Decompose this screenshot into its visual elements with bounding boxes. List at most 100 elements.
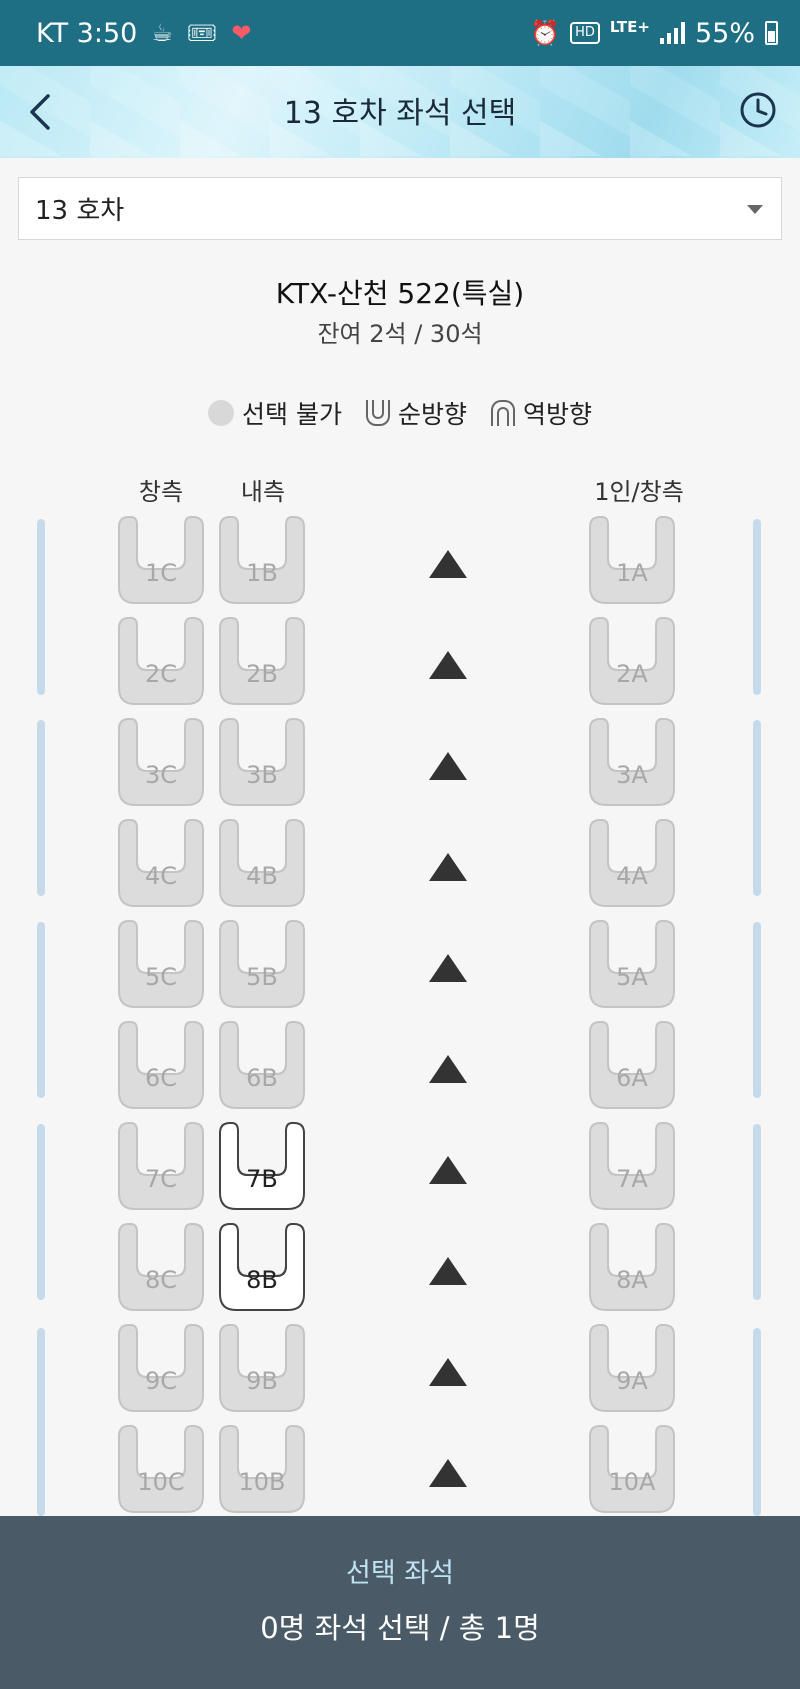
- status-left: KT 3:50 ☕ 🎟 ❤: [36, 18, 251, 49]
- footer-title: 선택 좌석: [346, 1558, 454, 1589]
- status-right: ⏰ HD LTE+ 55%: [530, 18, 778, 49]
- seat-7b[interactable]: 7B: [216, 1121, 308, 1211]
- ticket-icon: 🎟: [186, 19, 218, 47]
- seat-7a: 7A: [586, 1121, 678, 1211]
- seat-row: 5C 5B 5A: [0, 919, 800, 1009]
- seat-1b: 1B: [216, 515, 308, 605]
- seat-10c: 10C: [115, 1424, 207, 1514]
- seat-3a: 3A: [586, 717, 678, 807]
- battery-icon: [765, 21, 778, 45]
- seat-map: 1C 1B 1A 2C 2B 2A 3C 3B 3A 4C 4B 4A 5C 5B 5A 6C 6B 6A 7C 7B…: [0, 515, 800, 1515]
- alarm-icon: ⏰: [530, 19, 561, 47]
- legend-forward-label: 순방향: [397, 400, 467, 429]
- seat-2c: 2C: [115, 616, 207, 706]
- column-label-aisle: 내측: [240, 478, 286, 506]
- seat-7c: 7C: [115, 1121, 207, 1211]
- network-type: LTE+: [609, 18, 650, 36]
- seat-label: 4C: [144, 862, 178, 890]
- seat-row: 9C 9B 9A: [0, 1323, 800, 1413]
- seat-row: 7C 7B 7A: [0, 1121, 800, 1211]
- seat-label: 5A: [616, 963, 648, 991]
- legend-reverse-label: 역방향: [522, 400, 592, 429]
- seat-3c: 3C: [115, 717, 207, 807]
- seat-label: 3C: [144, 761, 178, 789]
- seat-label: 6C: [144, 1064, 178, 1092]
- direction-arrow-up-icon: [429, 651, 467, 679]
- seat-label: 6A: [616, 1064, 648, 1092]
- seat-4c: 4C: [115, 818, 207, 908]
- hd-badge: HD: [570, 22, 600, 44]
- car-select-dropdown[interactable]: 13 호차: [18, 177, 782, 240]
- seat-label: 7A: [616, 1165, 648, 1193]
- battery-percent: 55%: [694, 17, 755, 49]
- seat-label: 3B: [246, 761, 278, 789]
- seat-8a: 8A: [586, 1222, 678, 1312]
- page-title: 13 호차 좌석 선택: [283, 96, 517, 131]
- reverse-seat-icon: [490, 400, 515, 426]
- direction-arrow-up-icon: [429, 1358, 467, 1386]
- app-header: 13 호차 좌석 선택: [0, 66, 800, 158]
- seat-legend: 선택 불가 순방향 역방향: [0, 395, 800, 431]
- seat-label: 2C: [144, 660, 178, 688]
- clock-icon: [740, 92, 776, 128]
- seat-label: 7B: [246, 1165, 278, 1193]
- train-name: KTX-산천 522(특실): [275, 277, 525, 310]
- column-label-window: 창측: [138, 478, 184, 506]
- direction-arrow-up-icon: [429, 853, 467, 881]
- seat-1c: 1C: [115, 515, 207, 605]
- seat-label: 1A: [616, 559, 648, 587]
- seat-label: 1C: [144, 559, 178, 587]
- seat-row: 1C 1B 1A: [0, 515, 800, 605]
- seat-label: 6B: [246, 1064, 278, 1092]
- signal-icon: [659, 22, 685, 44]
- legend-unavailable: 선택 불가: [208, 395, 342, 431]
- caret-down-icon: [747, 205, 763, 214]
- seat-9b: 9B: [216, 1323, 308, 1413]
- seat-label: 9C: [144, 1367, 178, 1395]
- seat-5c: 5C: [115, 919, 207, 1009]
- seat-label: 10B: [238, 1468, 286, 1496]
- seat-label: 5C: [144, 963, 178, 991]
- seat-9c: 9C: [115, 1323, 207, 1413]
- seat-row: 3C 3B 3A: [0, 717, 800, 807]
- legend-forward: 순방향: [365, 395, 467, 431]
- seat-row: 6C 6B 6A: [0, 1020, 800, 1110]
- direction-arrow-up-icon: [429, 1156, 467, 1184]
- coffee-icon: ☕: [151, 19, 173, 47]
- seat-10a: 10A: [586, 1424, 678, 1514]
- unavailable-dot-icon: [208, 400, 234, 426]
- seat-4b: 4B: [216, 818, 308, 908]
- seat-label: 2B: [246, 660, 278, 688]
- seat-1a: 1A: [586, 515, 678, 605]
- car-select-value: 13 호차: [35, 196, 125, 226]
- heart-icon: ❤: [231, 19, 252, 47]
- seat-label: 9B: [246, 1367, 278, 1395]
- remaining-seats: 잔여 2석 / 30석: [317, 320, 483, 348]
- legend-unavailable-label: 선택 불가: [242, 400, 342, 429]
- seat-label: 2A: [616, 660, 648, 688]
- seat-row: 8C 8B 8A: [0, 1222, 800, 1312]
- legend-reverse: 역방향: [490, 395, 592, 431]
- forward-seat-icon: [365, 400, 390, 426]
- seat-3b: 3B: [216, 717, 308, 807]
- direction-arrow-up-icon: [429, 1257, 467, 1285]
- seat-10b: 10B: [216, 1424, 308, 1514]
- direction-arrow-up-icon: [429, 550, 467, 578]
- seat-9a: 9A: [586, 1323, 678, 1413]
- history-button[interactable]: [738, 90, 778, 130]
- selection-footer: 선택 좌석 0명 좌석 선택 / 총 1명: [0, 1516, 800, 1689]
- direction-arrow-up-icon: [429, 1459, 467, 1487]
- seat-label: 9A: [616, 1367, 648, 1395]
- column-label-single-window: 1인/창측: [594, 478, 684, 506]
- seat-label: 7C: [144, 1165, 178, 1193]
- seat-label: 5B: [246, 963, 278, 991]
- seat-label: 8A: [616, 1266, 648, 1294]
- seat-8b[interactable]: 8B: [216, 1222, 308, 1312]
- seat-label: 10A: [608, 1468, 656, 1496]
- seat-label: 3A: [616, 761, 648, 789]
- seat-label: 8B: [246, 1266, 278, 1294]
- seat-2b: 2B: [216, 616, 308, 706]
- seat-8c: 8C: [115, 1222, 207, 1312]
- seat-6a: 6A: [586, 1020, 678, 1110]
- seat-6c: 6C: [115, 1020, 207, 1110]
